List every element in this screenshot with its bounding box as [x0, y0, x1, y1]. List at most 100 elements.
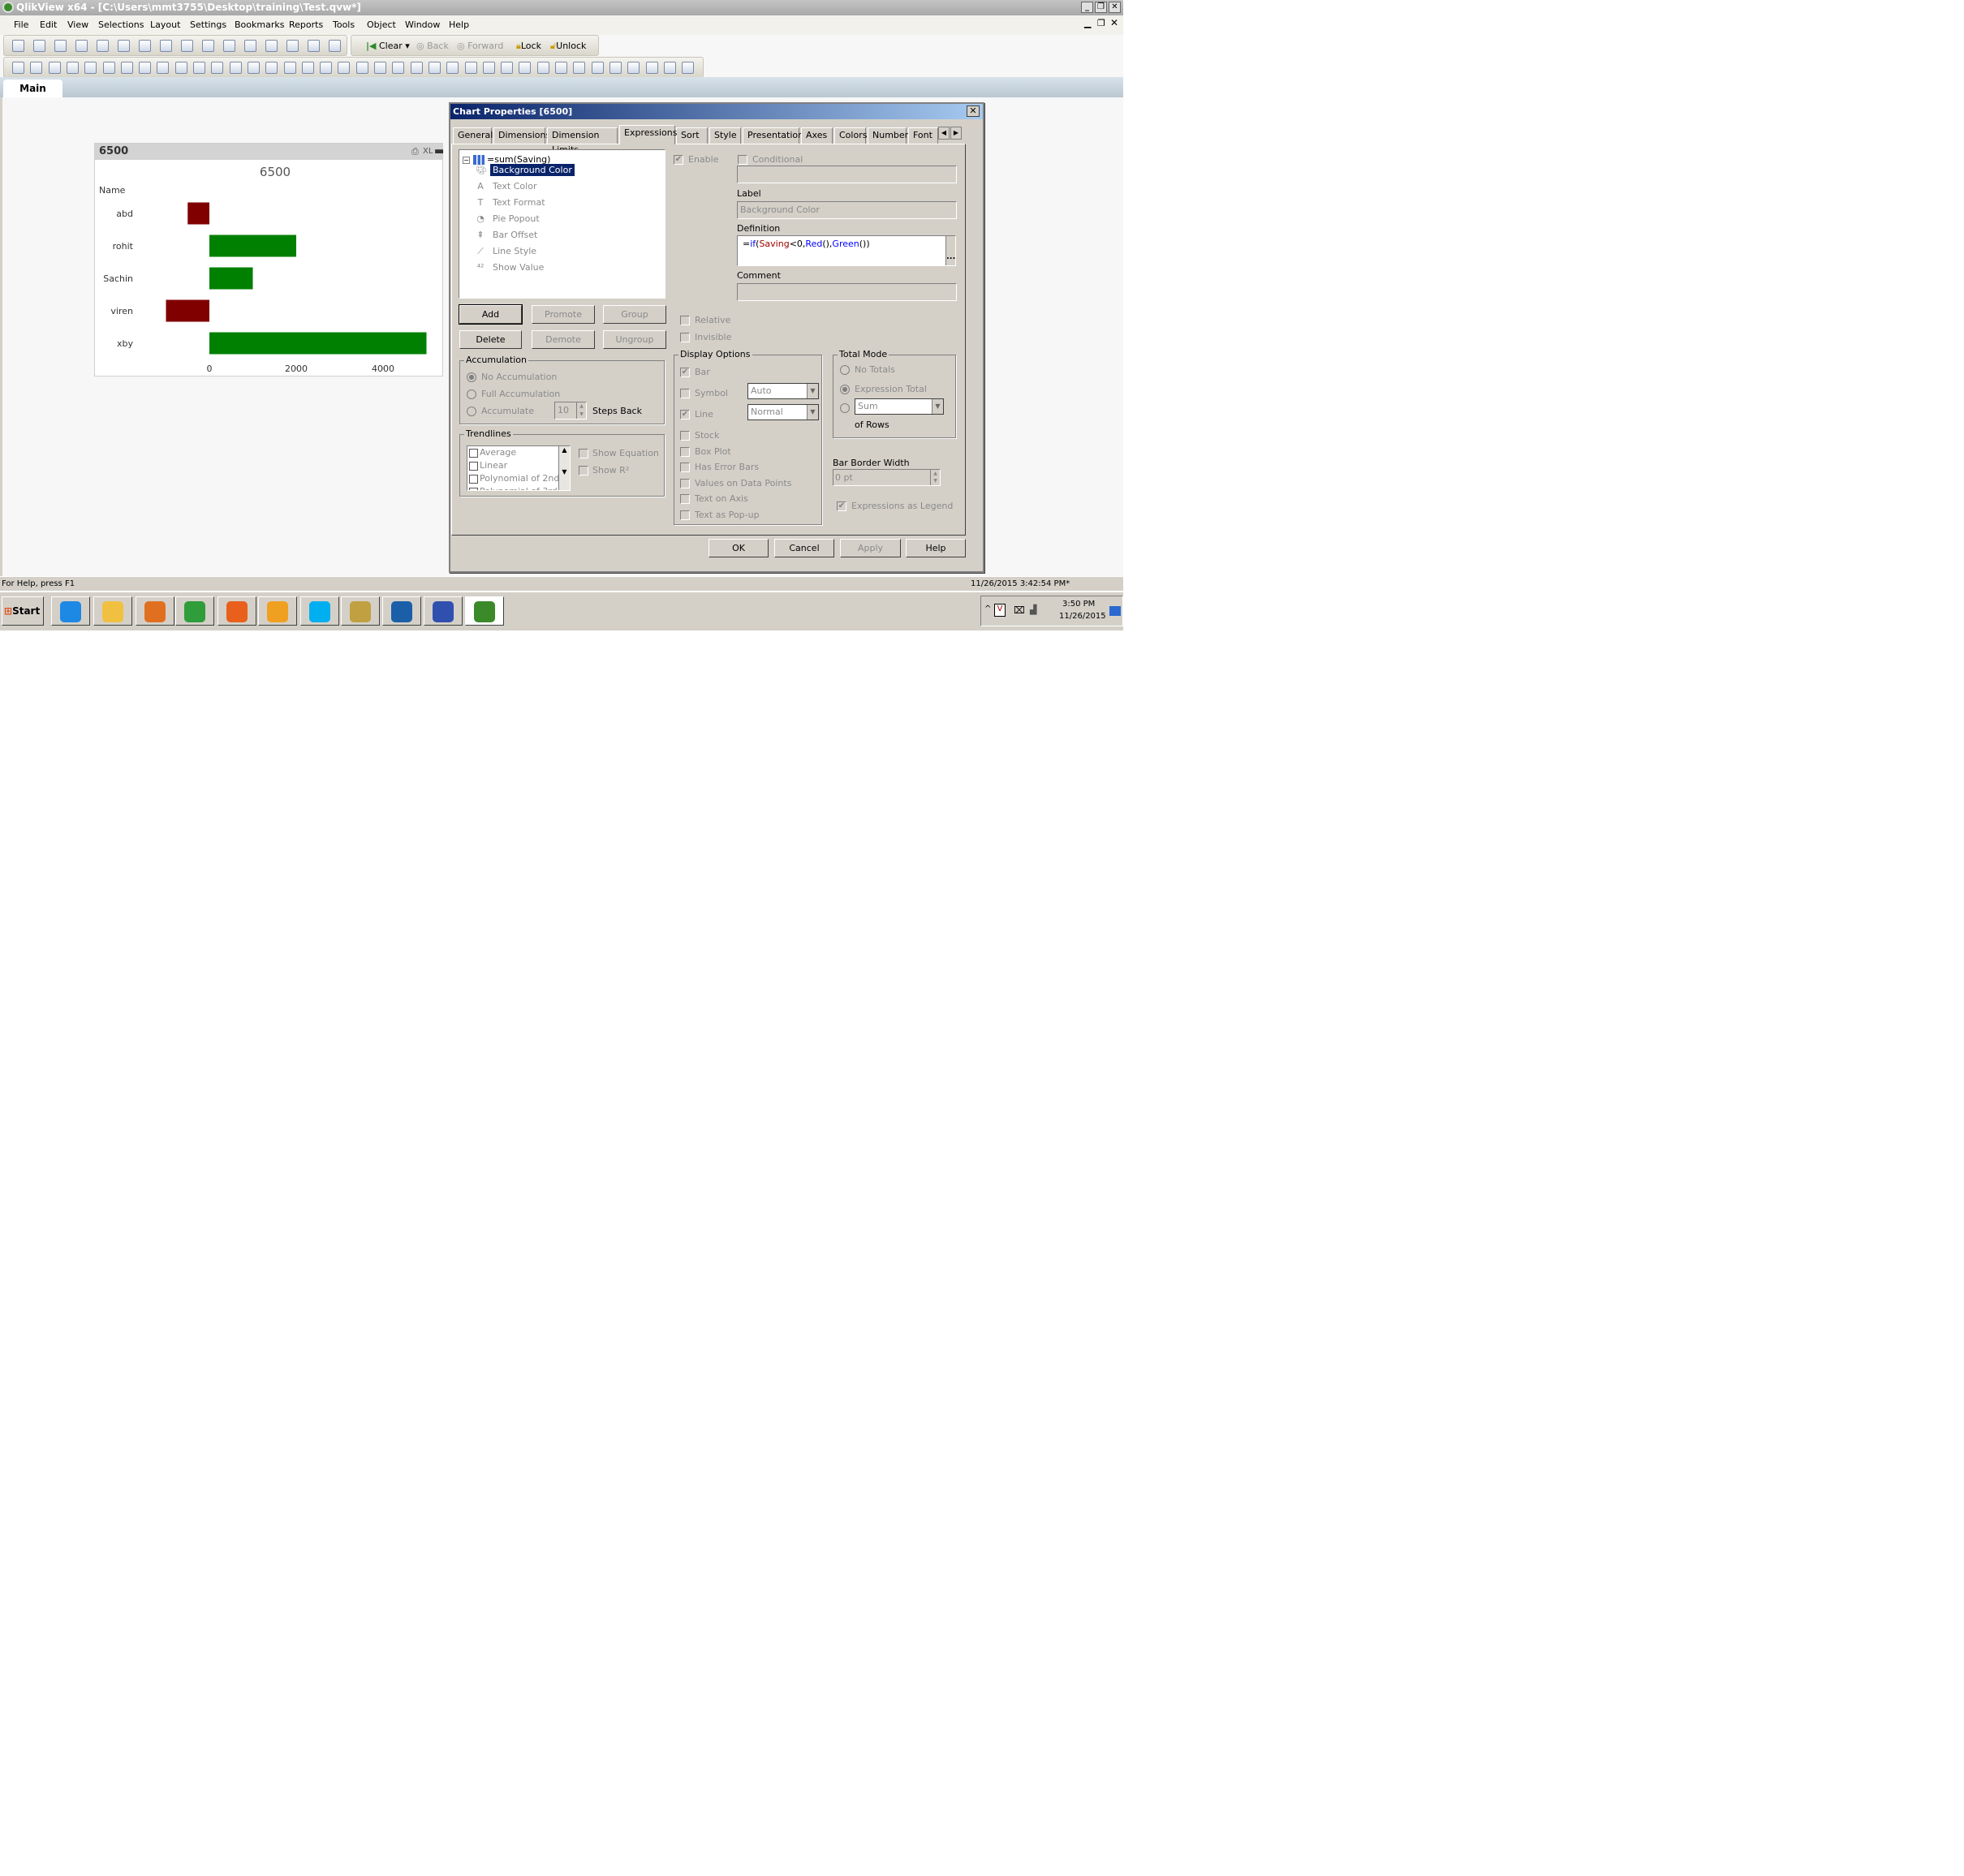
- power-icon[interactable]: ⌧: [1014, 605, 1025, 616]
- print-icon[interactable]: [97, 40, 109, 52]
- steps-back-spinner[interactable]: 10 ▲ ▼: [554, 402, 587, 420]
- taskbar-chrome-button[interactable]: [175, 596, 214, 626]
- error-bars-checkbox[interactable]: [680, 463, 690, 472]
- taskbar-internet-explorer-button[interactable]: [51, 596, 90, 626]
- menu-help[interactable]: Help: [449, 19, 469, 30]
- label-input[interactable]: Background Color: [737, 201, 957, 219]
- align-top-icon[interactable]: [501, 62, 514, 74]
- save-icon[interactable]: [75, 40, 88, 52]
- move-left-icon[interactable]: [30, 62, 43, 74]
- ok-button[interactable]: OK: [709, 539, 769, 557]
- menu-view[interactable]: View: [67, 19, 88, 30]
- text-popup-checkbox[interactable]: [680, 510, 690, 520]
- menu-reports[interactable]: Reports: [289, 19, 323, 30]
- table-box-icon[interactable]: [139, 62, 152, 74]
- tab-dimensions[interactable]: Dimensions: [493, 127, 550, 144]
- taskbar-outlook-button[interactable]: [258, 596, 297, 626]
- trendline-item[interactable]: Polynomial of 3rd de: [469, 486, 570, 490]
- trendline-item[interactable]: Polynomial of 2nd de: [469, 473, 570, 484]
- chart-icon[interactable]: [244, 40, 256, 52]
- trendline-checkbox[interactable]: [469, 487, 478, 490]
- comment-input[interactable]: [737, 283, 957, 301]
- current-selections-icon[interactable]: [193, 62, 205, 74]
- tab-general[interactable]: General: [453, 127, 493, 144]
- expression-tree[interactable]: − =sum(Saving) 🎨︎ Background Color A Text C…: [459, 149, 665, 299]
- no-totals-radio[interactable]: [840, 365, 850, 375]
- expressions-as-legend-checkbox[interactable]: ✔: [837, 501, 846, 511]
- search-icon[interactable]: [202, 40, 214, 52]
- doc-props-icon[interactable]: [627, 62, 640, 74]
- tab-sort[interactable]: Sort: [676, 127, 708, 144]
- menu-layout[interactable]: Layout: [150, 19, 180, 30]
- custom-object-icon[interactable]: [338, 62, 351, 74]
- taskbar-qlikview-button[interactable]: [465, 596, 504, 626]
- bar-chart-object[interactable]: 6500 ⎙ XL ▬ 6500 Name abd rohit Sachin viren x…: [94, 143, 444, 376]
- align-center-icon[interactable]: [428, 62, 441, 74]
- reload-icon[interactable]: [54, 40, 67, 52]
- taskbar-sql-server-button[interactable]: [382, 596, 421, 626]
- promote-button[interactable]: Promote: [532, 305, 595, 324]
- relative-checkbox[interactable]: [680, 316, 690, 325]
- network-signal-icon[interactable]: ▟: [1030, 605, 1036, 615]
- new-sheet-icon[interactable]: [12, 62, 24, 74]
- tab-style[interactable]: Style: [709, 127, 741, 144]
- taskbar-media-player-button[interactable]: [136, 596, 174, 626]
- help-button[interactable]: Help: [906, 539, 966, 557]
- trendlines-list[interactable]: Average Linear Polynomial of 2nd de Polynom…: [467, 445, 571, 491]
- taskbar-remote-desktop-button[interactable]: [424, 596, 463, 626]
- text-object-icon[interactable]: [229, 62, 242, 74]
- full-accumulation-radio[interactable]: [467, 389, 476, 399]
- chart-caption[interactable]: 6500 ⎙ XL ▬: [95, 144, 444, 160]
- reload-data-icon[interactable]: [139, 40, 151, 52]
- accumulate-radio[interactable]: [467, 407, 476, 416]
- tab-expressions[interactable]: Expressions: [619, 125, 677, 144]
- text-on-axis-checkbox[interactable]: [680, 494, 690, 504]
- new-icon[interactable]: [12, 40, 24, 52]
- menu-tools[interactable]: Tools: [333, 19, 355, 30]
- tab-axes[interactable]: Axes: [801, 127, 833, 144]
- trendline-checkbox[interactable]: [469, 474, 478, 484]
- mdi-close-button[interactable]: ✕: [1110, 17, 1118, 28]
- edit-icon[interactable]: [286, 40, 299, 52]
- line-arrow-icon[interactable]: [247, 62, 260, 74]
- close-button[interactable]: ✕: [1109, 2, 1121, 13]
- menu-bookmarks[interactable]: Bookmarks: [235, 19, 284, 30]
- group-button[interactable]: Group: [603, 305, 666, 324]
- mdi-minimize-button[interactable]: ▁: [1084, 18, 1091, 28]
- chart-icon[interactable]: [157, 62, 170, 74]
- no-accumulation-radio[interactable]: ●: [467, 372, 476, 382]
- search-object-icon[interactable]: [301, 62, 314, 74]
- help-icon[interactable]: [308, 40, 320, 52]
- taskbar-firefox-button[interactable]: [218, 596, 256, 626]
- start-button[interactable]: ⊞Start: [2, 596, 44, 626]
- show-r2-checkbox[interactable]: [579, 466, 588, 475]
- tree-item-background-color[interactable]: 🎨︎ Background Color: [476, 164, 575, 176]
- tab-font[interactable]: Font: [908, 127, 938, 144]
- format-painter-icon[interactable]: [374, 62, 386, 74]
- statistics-box-icon[interactable]: [102, 62, 115, 74]
- move-right-icon[interactable]: [48, 62, 61, 74]
- total-function-dropdown[interactable]: Sum ▼: [855, 398, 944, 415]
- trendline-item[interactable]: Linear: [469, 460, 507, 471]
- input-box-icon[interactable]: [174, 62, 187, 74]
- demote-button[interactable]: Demote: [532, 330, 595, 349]
- symbol-dropdown[interactable]: Auto ▼: [747, 383, 819, 399]
- antivirus-icon[interactable]: V: [994, 604, 1006, 617]
- lock-button[interactable]: 🔒︎Lock: [516, 41, 541, 52]
- edit-script-icon[interactable]: [118, 40, 130, 52]
- tree-item-bar-offset[interactable]: ⇞ Bar Offset: [476, 230, 540, 240]
- menu-edit[interactable]: Edit: [40, 19, 57, 30]
- menu-file[interactable]: File: [14, 19, 28, 30]
- stock-checkbox[interactable]: [680, 431, 690, 441]
- print-icon[interactable]: ⎙: [411, 144, 419, 160]
- tab-scroll-right-button[interactable]: ▶: [950, 127, 962, 140]
- user-icon[interactable]: [609, 62, 622, 74]
- ungroup-button[interactable]: Ungroup: [603, 330, 666, 349]
- trendline-item[interactable]: Average: [469, 447, 516, 458]
- tree-item-text-format[interactable]: T Text Format: [476, 197, 548, 208]
- container-icon[interactable]: [320, 62, 333, 74]
- forward-button[interactable]: ◎ Forward: [457, 41, 503, 51]
- add-button[interactable]: Add: [459, 304, 523, 325]
- taskbar-tools-button[interactable]: [341, 596, 380, 626]
- tab-main[interactable]: Main: [3, 80, 62, 97]
